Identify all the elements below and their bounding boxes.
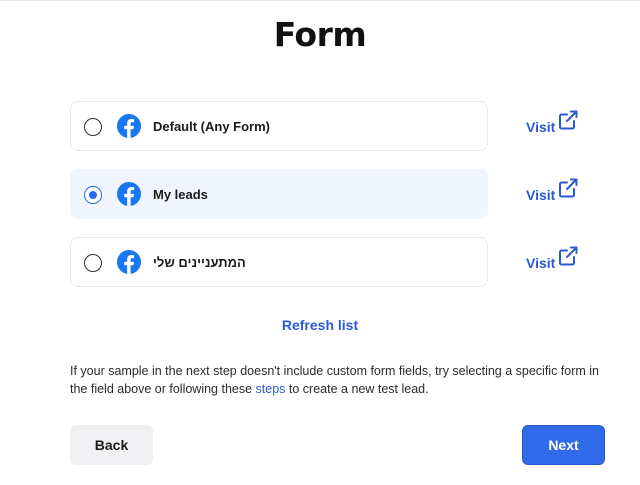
visit-link-hebrew[interactable]: Visit <box>526 246 580 273</box>
next-button[interactable]: Next <box>522 425 605 465</box>
visit-link-default[interactable]: Visit <box>526 110 580 137</box>
refresh-list-container: Refresh list <box>0 317 640 333</box>
help-note: If your sample in the next step doesn't … <box>70 362 610 398</box>
visit-label: Visit <box>526 187 556 203</box>
back-button[interactable]: Back <box>70 425 153 465</box>
help-note-text-end: to create a new test lead. <box>285 382 429 396</box>
option-label: My leads <box>153 187 208 202</box>
form-option-my-leads[interactable]: My leads <box>70 169 488 219</box>
page-title: Form <box>273 15 367 54</box>
visit-label: Visit <box>526 255 556 271</box>
steps-link[interactable]: steps <box>256 382 286 396</box>
option-label: Default (Any Form) <box>153 119 270 134</box>
option-label: המתעניינים שלי <box>153 255 246 270</box>
facebook-icon <box>117 182 141 206</box>
form-option-hebrew[interactable]: המתעניינים שלי <box>70 237 488 287</box>
external-link-icon <box>557 177 579 202</box>
visit-link-my-leads[interactable]: Visit <box>526 178 580 205</box>
form-selection-page: Form Default (Any Form) Visit My leads V… <box>0 0 640 485</box>
refresh-list-button[interactable]: Refresh list <box>282 317 358 333</box>
radio-button-selected[interactable] <box>84 186 102 204</box>
external-link-icon <box>557 245 579 270</box>
external-link-icon <box>557 109 579 134</box>
visit-label: Visit <box>526 119 556 135</box>
form-option-default[interactable]: Default (Any Form) <box>70 101 488 151</box>
facebook-icon <box>117 250 141 274</box>
radio-button[interactable] <box>84 118 102 136</box>
radio-button[interactable] <box>84 254 102 272</box>
facebook-icon <box>117 114 141 138</box>
